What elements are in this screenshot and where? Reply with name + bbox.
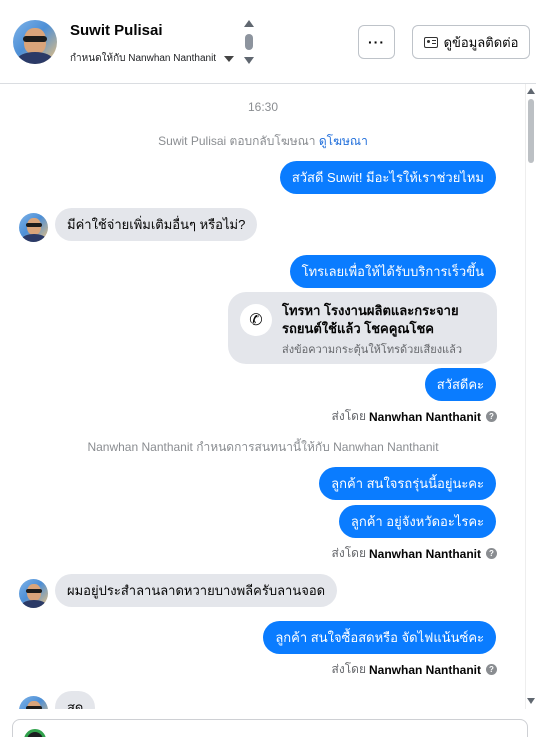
help-circle-icon[interactable]: ?	[486, 664, 497, 675]
stepper-handle[interactable]	[245, 34, 253, 50]
sent-by-prefix: ส่งโดย	[331, 546, 366, 560]
status-indicator-icon	[24, 729, 46, 737]
message-bubble-out[interactable]: ลูกค้า สนใจรถรุ่นนี้อยู่นะคะ	[319, 467, 496, 500]
message-bubble-out[interactable]: ลูกค้า สนใจซื้อสดหรือ จัดไฟแน้นซ์คะ	[263, 621, 496, 654]
sent-by-label: ส่งโดย Nanwhan Nanthanit ?	[332, 544, 497, 563]
ad-reply-note: Suwit Pulisai ตอบกลับโฆษณา ดูโฆษณา	[0, 132, 525, 151]
contact-avatar[interactable]	[19, 579, 48, 608]
conversation-header: Suwit Pulisai กำหนดให้กับ Nanwhan Nantha…	[0, 0, 536, 84]
message-bubble-out[interactable]: สวัสดี Suwit! มีอะไรให้เราช่วยไหม	[279, 161, 496, 194]
call-request-card[interactable]: ✆ โทรหา โรงงานผลิตและกระจายรถยนต์ใช้แล้ว…	[228, 292, 497, 364]
help-circle-icon[interactable]: ?	[486, 411, 497, 422]
message-bubble-out[interactable]: สวัสดีคะ	[424, 368, 496, 401]
help-circle-icon[interactable]: ?	[486, 548, 497, 559]
phone-icon: ✆	[240, 304, 272, 336]
message-bubble-in[interactable]: ผมอยู่ประสำลานลาดหวายบางพลีครับลานจอด	[55, 574, 338, 607]
timestamp: 16:30	[247, 100, 279, 114]
conversation-stepper[interactable]	[243, 20, 255, 66]
sent-by-prefix: ส่งโดย	[331, 662, 366, 676]
chevron-down-icon	[224, 55, 235, 62]
message-bubble-in[interactable]: มีค่าใช้จ่ายเพิ่มเติมอื่นๆ หรือไม่?	[55, 208, 258, 241]
message-bubble-out[interactable]: ลูกค้า อยู่จังหวัดอะไรคะ	[338, 505, 496, 538]
sent-by-name: Nanwhan Nanthanit	[368, 662, 481, 677]
message-bubble-in[interactable]: สด	[55, 691, 96, 709]
view-contact-label: ดูข้อมูลติดต่อ	[443, 34, 519, 50]
call-card-title: โทรหา โรงงานผลิตและกระจายรถยนต์ใช้แล้ว โ…	[282, 303, 459, 336]
message-bubble-out[interactable]: โทรเลยเพื่อให้ได้รับบริการเร็วขึ้น	[289, 255, 496, 288]
message-composer[interactable]	[12, 719, 528, 737]
view-contact-button[interactable]: ดูข้อมูลติดต่อ	[412, 25, 530, 59]
thread-scrollbar[interactable]	[526, 84, 536, 709]
assign-dropdown[interactable]: กำหนดให้กับ Nanwhan Nanthanit	[70, 51, 235, 66]
more-options-button[interactable]: ···	[358, 25, 395, 59]
sent-by-name: Nanwhan Nanthanit	[368, 409, 481, 424]
view-ad-link[interactable]: ดูโฆษณา	[319, 134, 368, 148]
chevron-up-icon[interactable]	[244, 20, 254, 27]
contact-name[interactable]: Suwit Pulisai	[70, 22, 163, 39]
call-card-subtitle: ส่งข้อความกระตุ้นให้โทรด้วยเสียงแล้ว	[282, 344, 463, 356]
sent-by-label: ส่งโดย Nanwhan Nanthanit ?	[332, 407, 497, 426]
sent-by-name: Nanwhan Nanthanit	[368, 546, 481, 561]
assign-label: กำหนดให้กับ Nanwhan Nanthanit	[70, 53, 217, 64]
chevron-down-icon[interactable]	[244, 57, 254, 64]
scroll-up-icon[interactable]	[527, 88, 535, 94]
contact-card-icon	[423, 36, 438, 48]
sent-by-label: ส่งโดย Nanwhan Nanthanit ?	[332, 660, 497, 679]
ellipsis-icon: ···	[368, 34, 385, 50]
scrollbar-thumb[interactable]	[528, 99, 534, 163]
contact-avatar[interactable]	[19, 213, 48, 242]
message-thread[interactable]: 16:30 Suwit Pulisai ตอบกลับโฆษณา ดูโฆษณา…	[0, 84, 526, 709]
ad-reply-text: Suwit Pulisai ตอบกลับโฆษณา	[158, 134, 316, 148]
scroll-down-icon[interactable]	[527, 698, 535, 704]
contact-avatar[interactable]	[13, 20, 57, 64]
sent-by-prefix: ส่งโดย	[331, 409, 366, 423]
contact-avatar[interactable]	[19, 696, 48, 709]
assign-note: Nanwhan Nanthanit กำหนดการสนทนานี้ให้กับ…	[87, 440, 439, 454]
